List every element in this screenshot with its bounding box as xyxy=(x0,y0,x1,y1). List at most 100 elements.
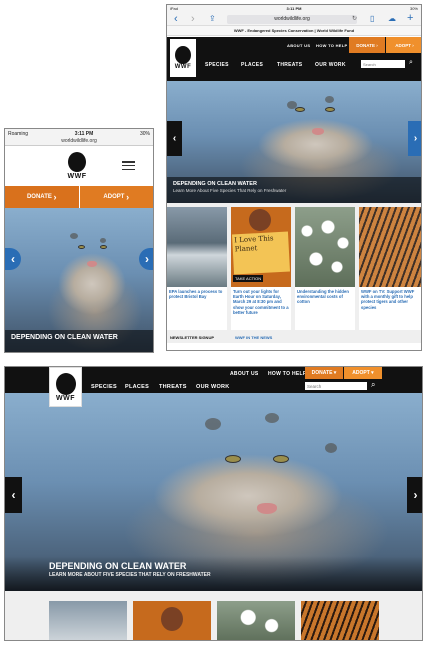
carousel-prev-button[interactable]: ‹ xyxy=(5,477,22,513)
phone-screenshot: Roaming 3:11 PM 30% worldwildlife.org WW… xyxy=(4,128,154,353)
news-card[interactable] xyxy=(301,601,379,640)
tablet-screenshot: iPad 3:11 PM 30% ‹ › ⇪ worldwildlife.org… xyxy=(166,4,422,351)
wwf-logo-text: WWF xyxy=(67,173,87,180)
footer-link-news[interactable]: WWF IN THE NEWS xyxy=(235,335,272,340)
cloud-icon[interactable]: ☁ xyxy=(388,14,396,23)
adopt-button[interactable]: ADOPT › xyxy=(79,186,153,208)
carrier-label: Roaming xyxy=(8,130,29,137)
nav-our-work[interactable]: OUR WORK xyxy=(196,384,230,390)
take-action-badge: TAKE ACTION xyxy=(233,275,264,282)
tablet-toolbar: ‹ › ⇪ worldwildlife.org ↻ ▯ ☁ + xyxy=(167,12,421,26)
news-card[interactable] xyxy=(217,601,295,640)
hero-caption-subtitle: Learn More About Five Species That Rely … xyxy=(173,188,287,193)
tablet-url-field[interactable]: worldwildlife.org xyxy=(227,15,357,24)
donate-button[interactable]: DONATE ▾ xyxy=(305,367,343,379)
adopt-button[interactable]: ADOPT › xyxy=(386,37,421,53)
news-card[interactable]: I Love This Planet TAKE ACTION Turn out … xyxy=(231,207,291,330)
footer-link-newsletter[interactable]: NEWSLETTER SIGNUP xyxy=(170,335,214,340)
donate-button[interactable]: DONATE › xyxy=(5,186,80,208)
wwf-logo[interactable]: WWF xyxy=(170,39,196,77)
battery-label: 30% xyxy=(409,6,418,11)
hero-caption-subtitle: LEARN MORE ABOUT FIVE SPECIES THAT RELY … xyxy=(49,572,211,578)
phone-header: WWF xyxy=(5,146,153,186)
hero-image: ‹ › DEPENDING ON CLEAN WATER Learn More … xyxy=(167,81,421,203)
news-image-tiger xyxy=(359,207,421,287)
nav-species[interactable]: SPECIES xyxy=(91,384,117,390)
hero-caption[interactable]: DEPENDING ON CLEAN WATER LEARN MORE ABOU… xyxy=(5,556,422,591)
nav-species[interactable]: SPECIES xyxy=(205,62,229,68)
news-card[interactable]: WWF on TV: Support WWF with a monthly gi… xyxy=(359,207,421,330)
hero-caption-title: DEPENDING ON CLEAN WATER xyxy=(11,334,118,341)
news-headline: Understanding the hidden environmental c… xyxy=(297,289,349,305)
phone-status-bar: Roaming 3:11 PM 30% xyxy=(5,129,153,138)
wwf-logo[interactable]: WWF xyxy=(63,149,91,183)
donate-button[interactable]: DONATE › xyxy=(349,37,385,53)
news-card[interactable] xyxy=(49,601,127,640)
back-icon[interactable]: ‹ xyxy=(174,13,178,25)
tablet-site-header: WWF ABOUT US HOW TO HELP DONATE › ADOPT … xyxy=(167,37,421,81)
top-link-help[interactable]: HOW TO HELP xyxy=(268,371,307,377)
donate-label: DONATE xyxy=(356,42,375,48)
wwf-logo[interactable]: WWF xyxy=(49,367,82,407)
adopt-label: ADOPT xyxy=(395,42,411,48)
nav-threats[interactable]: THREATS xyxy=(159,384,187,390)
panda-icon xyxy=(55,372,76,395)
chevron-right-icon: › xyxy=(53,192,57,202)
carousel-prev-button[interactable]: ‹ xyxy=(167,121,182,156)
adopt-label: ADOPT xyxy=(103,194,125,200)
carousel-next-button[interactable]: › xyxy=(407,477,422,513)
hero-image: ‹ › DEPENDING ON CLEAN WATER xyxy=(5,208,153,352)
device-label: iPad xyxy=(170,6,179,11)
share-icon[interactable]: ⇪ xyxy=(209,14,216,23)
panda-icon xyxy=(175,46,191,64)
donate-label: DONATE xyxy=(26,194,52,200)
desktop-screenshot: ABOUT US HOW TO HELP DONATE ▾ ADOPT ▾ SP… xyxy=(4,366,423,641)
nav-places[interactable]: PLACES xyxy=(125,384,149,390)
url-text: worldwildlife.org xyxy=(274,16,310,22)
sign-text: I Love This Planet xyxy=(231,231,291,275)
donate-label: DONATE xyxy=(311,370,333,376)
status-time: 3:11 PM xyxy=(286,6,302,11)
search-input[interactable] xyxy=(361,60,405,68)
nav-threats[interactable]: THREATS xyxy=(277,62,302,68)
carousel-prev-button[interactable]: ‹ xyxy=(5,248,21,270)
new-tab-icon[interactable]: + xyxy=(407,12,413,24)
chevron-right-icon: › xyxy=(126,192,130,202)
status-time: 3:11 PM xyxy=(74,130,94,137)
hero-caption[interactable]: DEPENDING ON CLEAN WATER Learn More Abou… xyxy=(167,177,421,203)
news-image-cotton xyxy=(295,207,355,287)
top-link-about[interactable]: ABOUT US xyxy=(230,371,259,377)
reload-icon[interactable]: ↻ xyxy=(352,15,357,22)
carousel-next-button[interactable]: › xyxy=(139,248,153,270)
news-card[interactable] xyxy=(133,601,211,640)
phone-cta-row: DONATE › ADOPT › xyxy=(5,186,153,208)
battery-label: 30% xyxy=(139,130,150,137)
forward-icon[interactable]: › xyxy=(191,13,195,25)
phone-url-bar[interactable]: worldwildlife.org xyxy=(5,138,153,146)
nav-places[interactable]: PLACES xyxy=(241,62,263,68)
bookmarks-icon[interactable]: ▯ xyxy=(370,14,374,23)
top-link-help[interactable]: HOW TO HELP xyxy=(316,43,347,48)
news-image-earth-hour: I Love This Planet TAKE ACTION xyxy=(231,207,291,287)
news-headline: WWF on TV: Support WWF with a monthly gi… xyxy=(361,289,415,310)
search-input[interactable] xyxy=(305,382,367,390)
hero-caption[interactable]: DEPENDING ON CLEAN WATER xyxy=(5,330,153,352)
search-icon[interactable]: ⌕ xyxy=(409,59,413,67)
news-image-bay xyxy=(167,207,227,287)
adopt-button[interactable]: ADOPT ▾ xyxy=(344,367,382,379)
panda-icon xyxy=(68,152,86,172)
news-card[interactable]: EPA launches a process to protect Bristo… xyxy=(167,207,227,330)
tablet-status-bar: iPad 3:11 PM 30% xyxy=(167,5,421,12)
search-icon[interactable]: ⌕ xyxy=(371,380,375,390)
hero-image: ‹ › DEPENDING ON CLEAN WATER LEARN MORE … xyxy=(5,393,422,591)
hero-caption-title: DEPENDING ON CLEAN WATER xyxy=(49,561,187,571)
news-grid xyxy=(5,591,422,640)
news-card[interactable]: Understanding the hidden environmental c… xyxy=(295,207,355,330)
carousel-next-button[interactable]: › xyxy=(408,121,421,156)
hamburger-menu-icon[interactable] xyxy=(122,161,135,170)
adopt-label: ADOPT xyxy=(352,370,370,376)
news-headline: Turn out your lights for Earth Hour on S… xyxy=(233,289,289,315)
wwf-logo-text: WWF xyxy=(56,394,75,402)
top-link-about[interactable]: ABOUT US xyxy=(287,43,310,48)
nav-our-work[interactable]: OUR WORK xyxy=(315,62,346,68)
